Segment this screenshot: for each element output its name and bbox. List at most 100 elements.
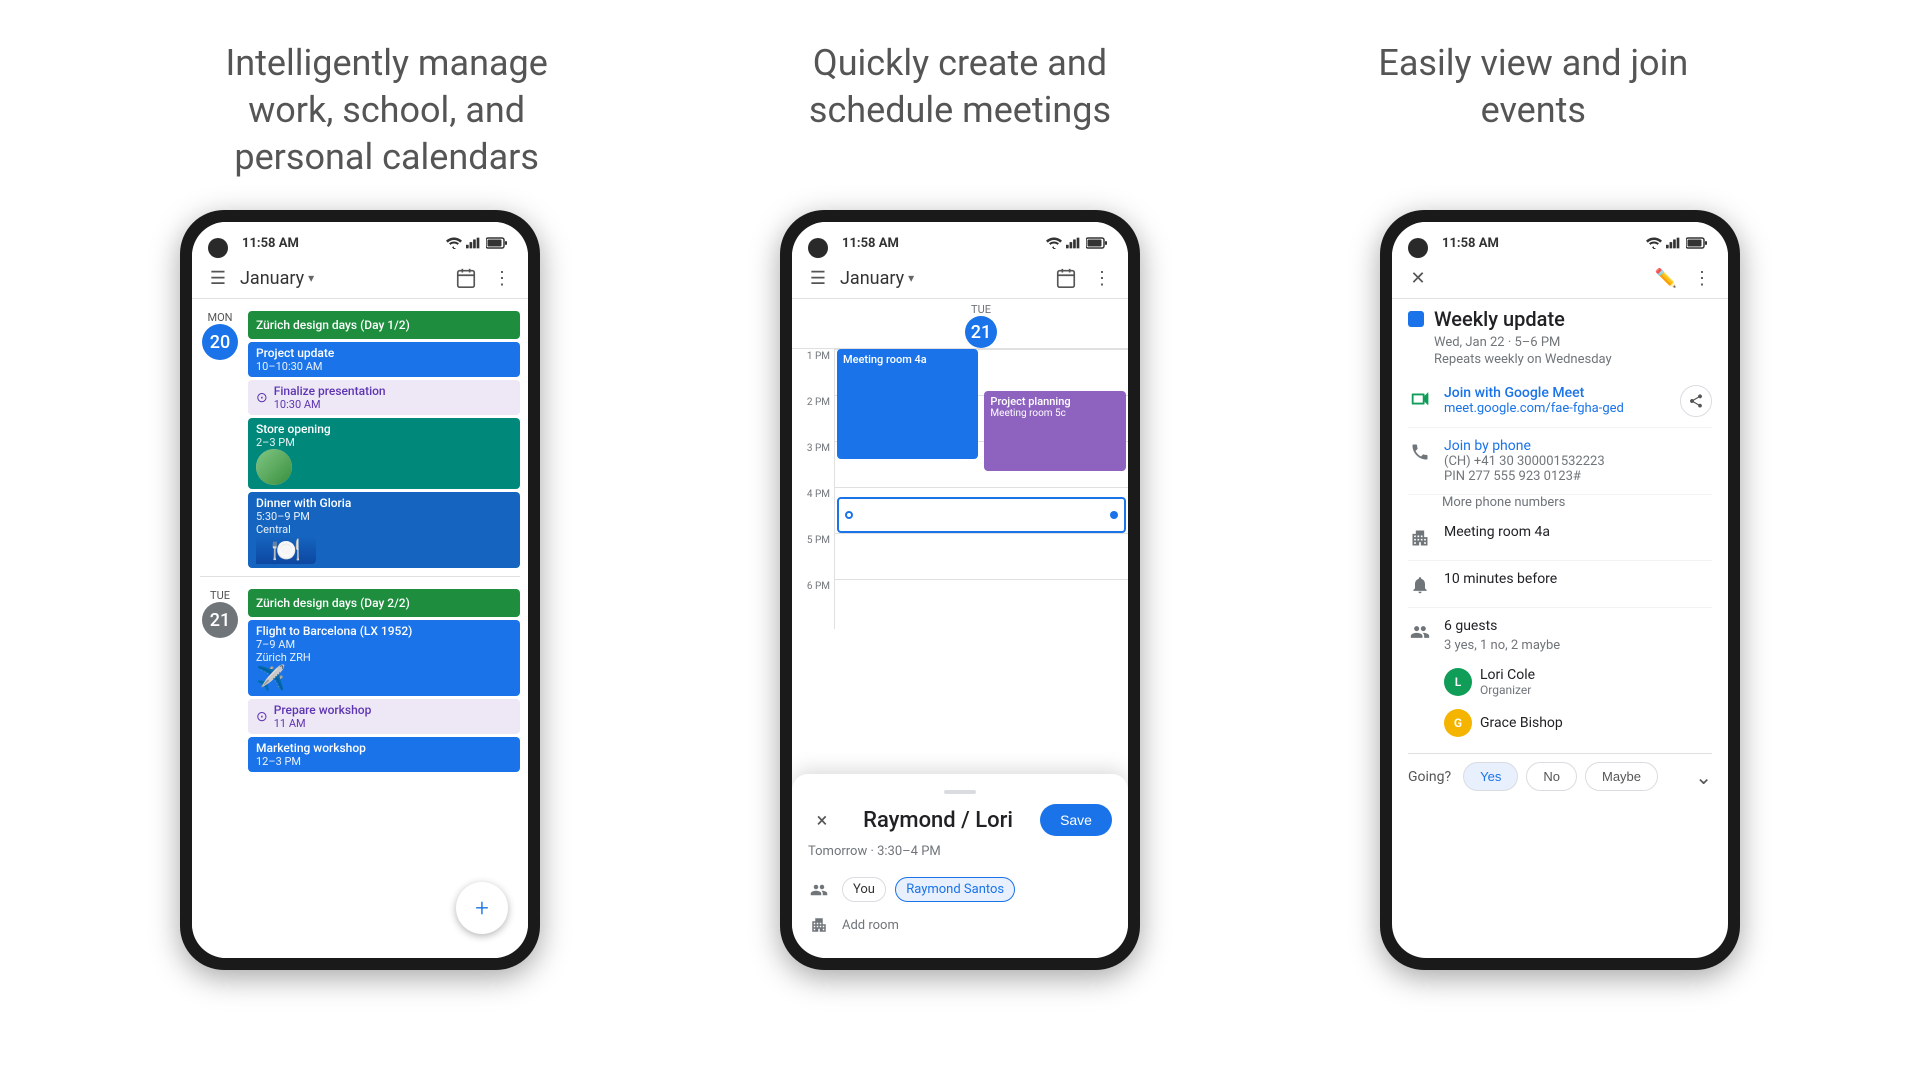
event-meeting-room-4a[interactable]: Meeting room 4a — [837, 349, 978, 459]
event-dinner-gloria[interactable]: Dinner with Gloria 5:30–9 PM Central 🍽️ — [248, 492, 520, 568]
wifi-icon-2 — [1046, 237, 1062, 249]
location-icon — [1408, 526, 1432, 550]
phone-3-status-bar: 11:58 AM — [1392, 222, 1728, 258]
event-marketing[interactable]: Marketing workshop 12–3 PM — [248, 737, 520, 772]
time-5pm: 5 PM — [792, 533, 834, 579]
event-creating-outline[interactable] — [837, 497, 1126, 533]
event-project-planning[interactable]: Project planning Meeting room 5c — [984, 391, 1126, 471]
phone-3-status-icons — [1646, 237, 1708, 249]
going-maybe-btn[interactable]: Maybe — [1585, 762, 1658, 791]
reminder-row: 10 minutes before — [1408, 561, 1712, 608]
guest-lori: L Lori Cole Organizer — [1444, 661, 1712, 703]
attendees-chips: You Raymond Santos — [842, 877, 1021, 902]
day-num-mon: 20 — [202, 324, 238, 360]
phone-2-status-icons — [1046, 237, 1108, 249]
phone-join-title[interactable]: Join by phone — [1444, 438, 1712, 454]
sheet-title: Raymond / Lori — [863, 808, 1013, 833]
more-options-icon[interactable]: ⋮ — [488, 264, 516, 292]
phone-3: 11:58 AM — [1380, 210, 1740, 970]
event-title-row: Weekly update — [1408, 299, 1712, 335]
phone-3-screen: 11:58 AM — [1392, 222, 1728, 958]
save-button[interactable]: Save — [1040, 804, 1112, 836]
battery-icon — [486, 237, 508, 249]
phone-2: 11:58 AM — [780, 210, 1140, 970]
building-icon — [808, 914, 830, 936]
meet-icon — [1408, 387, 1432, 411]
day-name-mon: MON — [207, 311, 232, 324]
battery-icon-3 — [1686, 237, 1708, 249]
guest-lori-role: Organizer — [1480, 683, 1535, 697]
phone-join-number: (CH) +41 30 300001532223 — [1444, 454, 1712, 469]
dropdown-arrow-2: ▾ — [908, 271, 914, 285]
task-time: 10:30 AM — [274, 398, 386, 411]
drag-indicator — [944, 790, 976, 794]
guests-row: 6 guests 3 yes, 1 no, 2 maybe L Lori Col… — [1408, 608, 1712, 753]
going-label: Going? — [1408, 769, 1451, 785]
going-yes-btn[interactable]: Yes — [1463, 762, 1518, 791]
guests-count: 6 guests — [1444, 618, 1712, 634]
location-text: Meeting room 4a — [1444, 524, 1550, 540]
task-workshop[interactable]: ⊙ Prepare workshop 11 AM — [248, 699, 520, 734]
phone-join-content: Join by phone (CH) +41 30 300001532223 P… — [1444, 438, 1712, 484]
sheet-attendees-row: You Raymond Santos — [808, 871, 1112, 908]
drag-handle-start[interactable] — [845, 511, 853, 519]
going-expand-icon[interactable]: ⌄ — [1695, 765, 1712, 789]
day-header-mon: MON 20 Zürich design days (Day 1/2) Proj… — [192, 303, 528, 572]
attendee-raymond[interactable]: Raymond Santos — [895, 877, 1015, 902]
headline-2: Quickly create and schedule meetings — [790, 40, 1130, 180]
phone-2-toolbar: ☰ January ▾ ⋮ — [792, 258, 1128, 299]
event-avatar — [256, 449, 292, 485]
event-store-opening[interactable]: Store opening 2–3 PM — [248, 418, 520, 489]
create-event-sheet: × Raymond / Lori Save Tomorrow · 3:30–4 … — [792, 774, 1128, 958]
add-room-label: Add room — [842, 918, 899, 933]
more-options-icon-2[interactable]: ⋮ — [1088, 264, 1116, 292]
phone-1-screen: 11:58 AM — [192, 222, 528, 958]
day-header-tue: TUE 21 Zürich design days (Day 2/2) Flig… — [192, 581, 528, 776]
event-flight[interactable]: Flight to Barcelona (LX 1952) 7–9 AM Zür… — [248, 620, 520, 696]
flight-icon: ✈️ — [256, 664, 512, 692]
guests-icon — [1408, 620, 1432, 644]
menu-icon-2[interactable]: ☰ — [804, 264, 832, 292]
sheet-close-button[interactable]: × — [808, 806, 836, 834]
phone-3-toolbar: ✕ ✏️ ⋮ — [1392, 258, 1728, 299]
event-zurich-2[interactable]: Zürich design days (Day 2/2) — [248, 589, 520, 617]
week-day-label: TUE 21 — [842, 303, 1120, 348]
menu-icon[interactable]: ☰ — [204, 264, 232, 292]
phone-2-week-view: TUE 21 1 PM 2 PM 3 PM 4 PM 5 PM — [792, 299, 1128, 958]
wifi-icon-3 — [1646, 237, 1662, 249]
week-day-header: TUE 21 — [792, 299, 1128, 349]
day-name-tue: TUE — [210, 589, 230, 602]
task-finalize[interactable]: ⊙ Finalize presentation 10:30 AM — [248, 380, 520, 415]
week-time-grid: 1 PM 2 PM 3 PM 4 PM 5 PM 6 PM — [792, 349, 1128, 629]
day-badge-mon: MON 20 — [200, 311, 240, 360]
going-no-btn[interactable]: No — [1526, 762, 1577, 791]
time-4pm: 4 PM — [792, 487, 834, 533]
task-workshop-title: Prepare workshop — [274, 703, 372, 717]
event-project-update[interactable]: Project update 10–10:30 AM — [248, 342, 520, 377]
event-zurich-1[interactable]: Zürich design days (Day 1/2) — [248, 311, 520, 339]
share-icon-btn[interactable] — [1680, 385, 1712, 417]
phone-1-time: 11:58 AM — [242, 236, 299, 251]
location-row: Meeting room 4a — [1408, 514, 1712, 561]
phone-3-time: 11:58 AM — [1442, 236, 1499, 251]
guest-grace: G Grace Bishop — [1444, 703, 1712, 743]
meet-title[interactable]: Join with Google Meet — [1444, 385, 1668, 401]
attendee-you[interactable]: You — [842, 877, 886, 902]
more-options-icon-3[interactable]: ⋮ — [1688, 264, 1716, 292]
event-color-block — [1408, 311, 1424, 327]
more-numbers[interactable]: More phone numbers — [1408, 495, 1712, 510]
guests-detail: 3 yes, 1 no, 2 maybe — [1444, 638, 1712, 653]
sheet-room-row[interactable]: Add room — [808, 908, 1112, 942]
event-detail-title: Weekly update — [1434, 307, 1565, 331]
meet-link[interactable]: meet.google.com/fae-fgha-ged — [1444, 401, 1668, 416]
task-check-icon: ⊙ — [256, 390, 268, 406]
phone-2-toolbar-actions: ⋮ — [1052, 264, 1116, 292]
close-icon[interactable]: ✕ — [1404, 264, 1432, 292]
time-column: 1 PM 2 PM 3 PM 4 PM 5 PM 6 PM — [792, 349, 834, 629]
edit-icon[interactable]: ✏️ — [1652, 264, 1680, 292]
calendar-icon[interactable] — [452, 264, 480, 292]
calendar-icon-2[interactable] — [1052, 264, 1080, 292]
create-event-fab[interactable]: + — [456, 882, 508, 934]
drag-handle-end[interactable] — [1110, 511, 1118, 519]
headlines-row: Intelligently manage work, school, and p… — [0, 0, 1920, 210]
